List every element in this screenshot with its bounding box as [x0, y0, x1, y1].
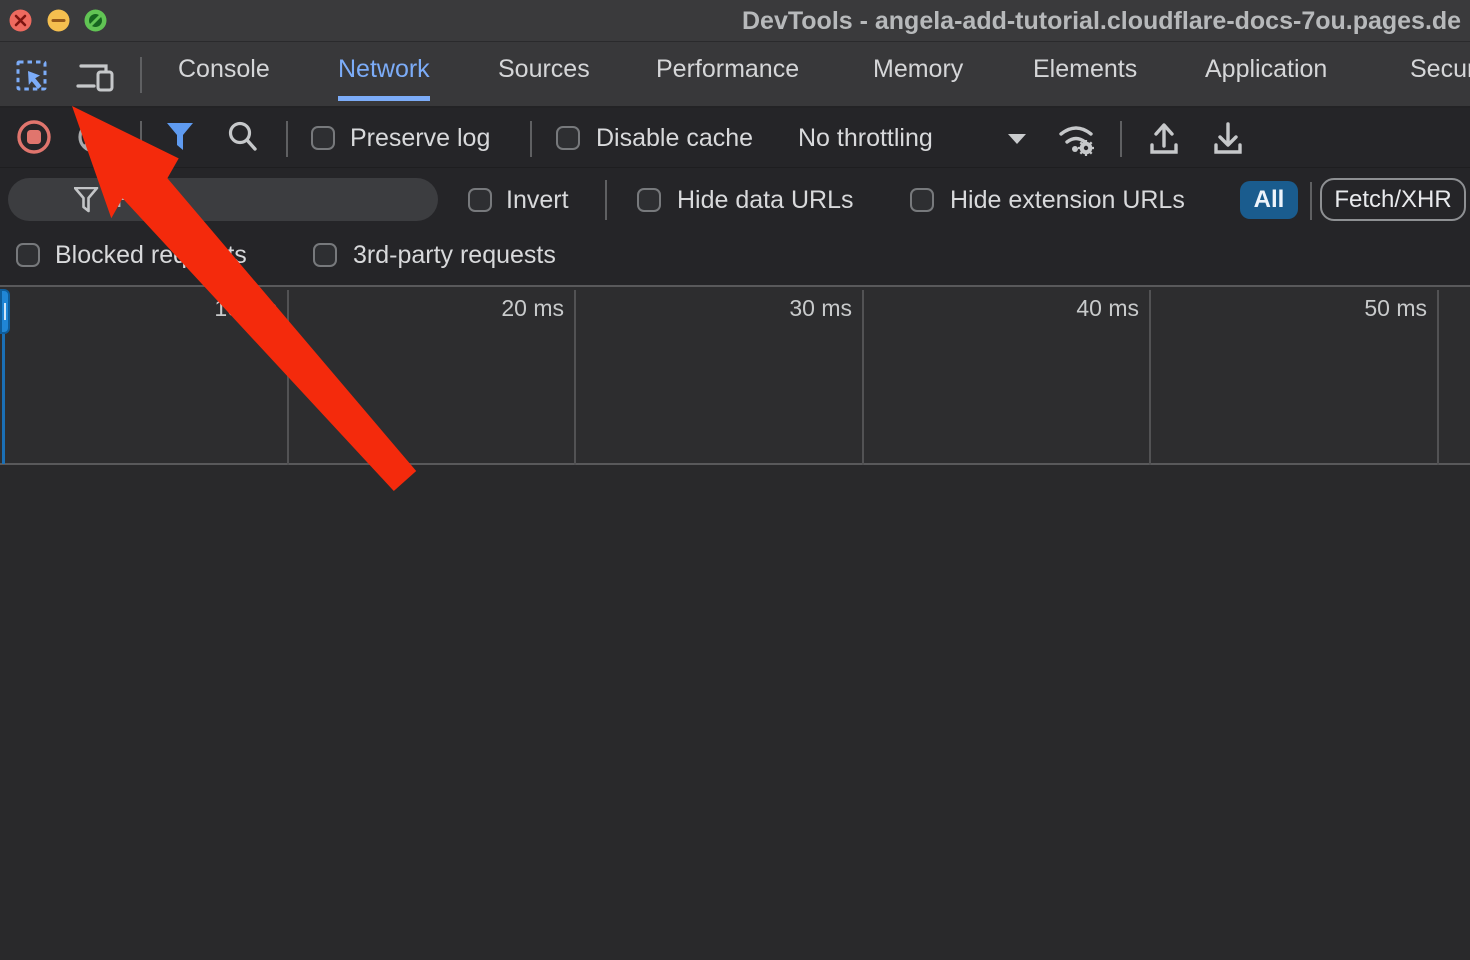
close-icon: [9, 9, 32, 32]
preserve-log-label: Preserve log: [350, 124, 490, 153]
network-filter-toggle-button[interactable]: [166, 122, 196, 159]
timeline-gridline: [1149, 290, 1151, 465]
record-icon: [16, 119, 52, 155]
network-request-list-empty: Recordi Perform a request: [0, 465, 1470, 960]
network-conditions-icon: [1055, 118, 1101, 160]
disable-cache-label: Disable cache: [596, 124, 753, 153]
chevron-down-icon[interactable]: [1006, 132, 1028, 151]
toolbar-separator-3: [530, 121, 532, 157]
timeline-gridline: [862, 290, 864, 465]
blocked-requests-checkbox[interactable]: [16, 243, 40, 267]
overview-left-edge-line: [2, 334, 5, 464]
timeline-tick-label: 30 ms: [742, 295, 852, 322]
tab-elements-label: Elements: [1033, 55, 1137, 84]
grip-slot: [4, 303, 6, 320]
timeline-tick-label: 10 ms: [167, 295, 277, 322]
timeline-gridline: [287, 290, 289, 465]
network-conditions-button[interactable]: [1055, 118, 1101, 165]
throttling-select[interactable]: No throttling: [798, 124, 933, 153]
tab-console[interactable]: Console: [178, 42, 270, 101]
third-party-requests-label: 3rd-party requests: [353, 241, 556, 270]
tab-security[interactable]: Security: [1410, 42, 1470, 101]
tab-application[interactable]: Application: [1205, 42, 1327, 101]
invert-label: Invert: [506, 186, 569, 215]
dropdown-caret-icon: [1006, 132, 1028, 146]
request-filter-row: Blocked requests 3rd-party requests: [0, 228, 1470, 285]
timeline-tick-label: 20 ms: [454, 295, 564, 322]
tab-performance[interactable]: Performance: [656, 42, 799, 101]
tab-network-label: Network: [338, 55, 430, 84]
tab-sources-label: Sources: [498, 55, 590, 84]
window-title: DevTools - angela-add-tutorial.cloudflar…: [742, 0, 1461, 42]
timeline-gridline: [1437, 290, 1439, 465]
inspect-element-button[interactable]: [14, 56, 52, 94]
preserve-log-checkbox[interactable]: [311, 126, 335, 150]
clear-network-log-button[interactable]: [76, 119, 112, 160]
clear-icon: [76, 119, 112, 155]
timeline-gridline: [574, 290, 576, 465]
zoom-window-button[interactable]: [84, 9, 107, 32]
export-har-button[interactable]: [1210, 120, 1246, 163]
overview-left-grip[interactable]: [0, 289, 10, 334]
hide-extension-urls-checkbox[interactable]: [910, 188, 934, 212]
tabbar-separator: [140, 57, 142, 93]
disable-cache-checkbox[interactable]: [556, 126, 580, 150]
filter-chip-fetch-xhr[interactable]: Fetch/XHR: [1320, 178, 1466, 221]
network-overview-timeline[interactable]: 10 ms 20 ms 30 ms 40 ms 50 ms: [0, 285, 1470, 465]
timeline-tick-label: 40 ms: [1029, 295, 1139, 322]
devtools-tab-bar: Console Network Sources Performance Memo…: [0, 42, 1470, 108]
hide-data-urls-checkbox[interactable]: [637, 188, 661, 212]
upload-icon: [1146, 120, 1182, 158]
tab-sources[interactable]: Sources: [498, 42, 590, 101]
toolbar-separator-1: [140, 121, 142, 157]
tab-network[interactable]: Network: [338, 42, 430, 101]
tab-memory-label: Memory: [873, 55, 963, 84]
close-window-button[interactable]: [9, 9, 32, 32]
filter-chip-all[interactable]: All: [1240, 181, 1298, 219]
device-toolbar-icon: [76, 56, 116, 94]
minimize-window-button[interactable]: [47, 9, 70, 32]
timeline-tick-label: 50 ms: [1317, 295, 1427, 322]
tab-performance-label: Performance: [656, 55, 799, 84]
network-search-button[interactable]: [226, 120, 260, 161]
filter-input[interactable]: [116, 183, 416, 215]
tab-elements[interactable]: Elements: [1033, 42, 1137, 101]
hide-extension-urls-label: Hide extension URLs: [950, 186, 1185, 215]
tab-application-label: Application: [1205, 55, 1327, 84]
inspect-cursor-icon: [14, 56, 52, 94]
filter-separator-2: [1310, 182, 1312, 220]
toolbar-separator-2: [286, 121, 288, 157]
devtools-window: DevTools - angela-add-tutorial.cloudflar…: [0, 0, 1470, 960]
tab-security-label: Security: [1410, 55, 1470, 84]
toggle-device-toolbar-button[interactable]: [76, 56, 114, 94]
search-icon: [226, 120, 260, 156]
title-bar: DevTools - angela-add-tutorial.cloudflar…: [0, 0, 1470, 42]
import-har-button[interactable]: [1146, 120, 1182, 163]
network-toolbar: Preserve log Disable cache No throttling: [0, 108, 1470, 168]
minimize-icon: [47, 9, 70, 32]
hide-data-urls-label: Hide data URLs: [677, 186, 853, 215]
invert-checkbox[interactable]: [468, 188, 492, 212]
tab-console-label: Console: [178, 55, 270, 84]
funnel-icon-small: [74, 187, 100, 215]
filter-separator-1: [605, 180, 607, 220]
toolbar-separator-4: [1120, 121, 1122, 157]
network-filter-row: Invert Hide data URLs Hide extension URL…: [0, 168, 1470, 228]
tab-memory[interactable]: Memory: [873, 42, 963, 101]
third-party-requests-checkbox[interactable]: [313, 243, 337, 267]
download-icon: [1210, 120, 1246, 158]
funnel-icon: [166, 122, 196, 154]
blocked-requests-label: Blocked requests: [55, 241, 247, 270]
zoom-icon: [84, 9, 107, 32]
record-network-log-button[interactable]: [16, 119, 52, 160]
filter-field[interactable]: [8, 178, 438, 221]
